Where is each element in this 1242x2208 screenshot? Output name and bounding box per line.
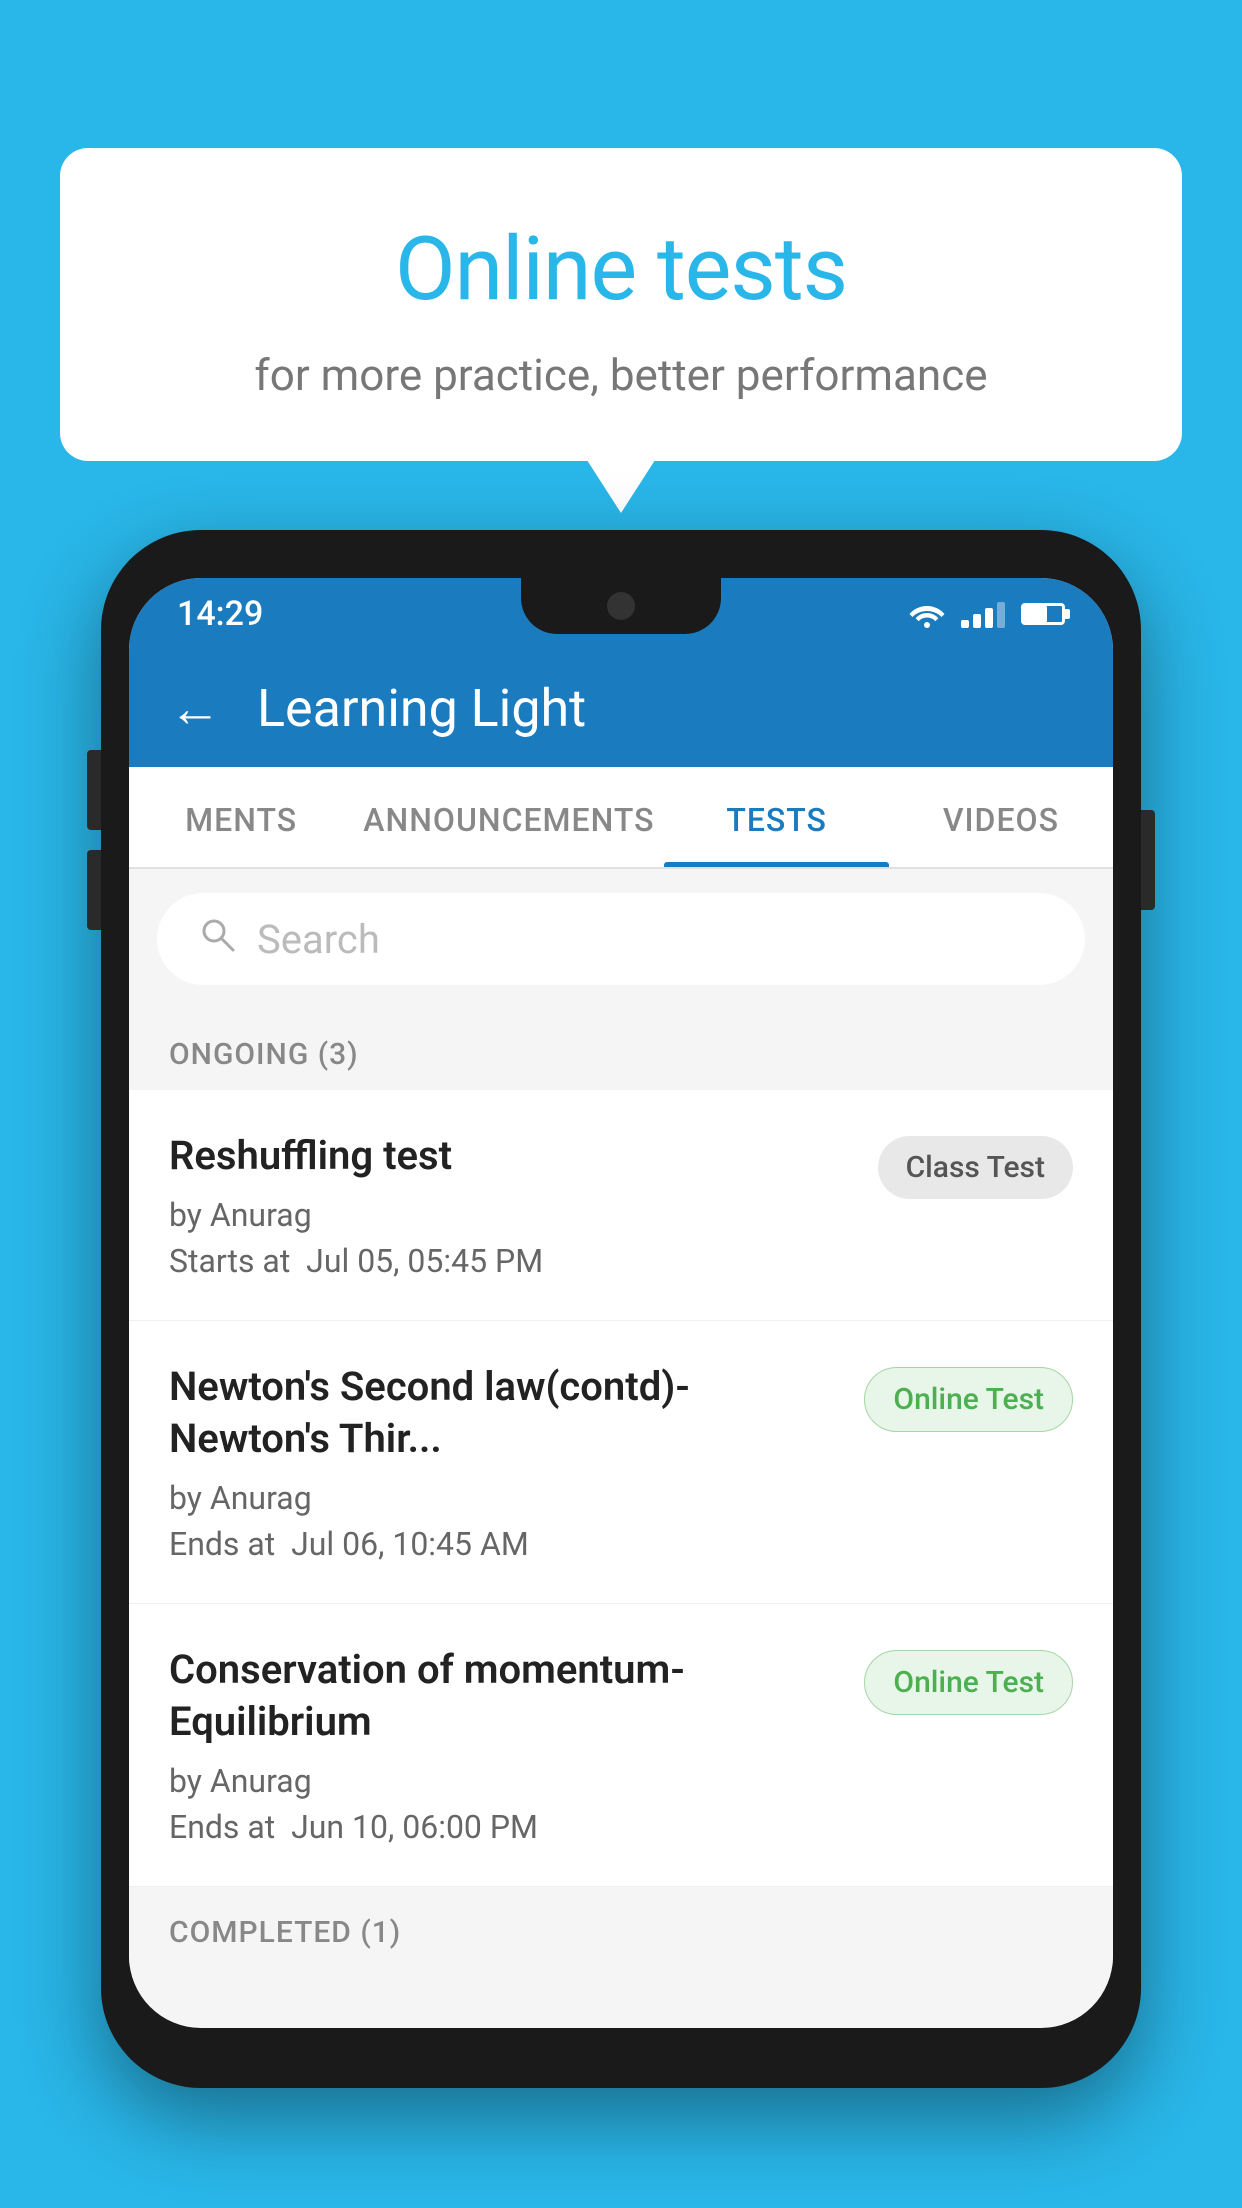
speech-bubble-container: Online tests for more practice, better p…: [60, 148, 1182, 461]
phone-camera: [607, 592, 635, 620]
test-info-2: Newton's Second law(contd)-Newton's Thir…: [169, 1361, 864, 1563]
test-date-2: Ends at Jul 06, 10:45 AM: [169, 1525, 844, 1563]
test-date-1: Starts at Jul 05, 05:45 PM: [169, 1242, 858, 1280]
test-name-2: Newton's Second law(contd)-Newton's Thir…: [169, 1361, 844, 1465]
test-info-1: Reshuffling test by Anurag Starts at Jul…: [169, 1130, 878, 1280]
test-author-2: by Anurag: [169, 1479, 844, 1517]
phone-notch: [521, 578, 721, 634]
tab-ments[interactable]: MENTS: [129, 767, 353, 867]
phone-container: 14:29: [101, 530, 1141, 2088]
test-badge-1: Class Test: [878, 1136, 1073, 1199]
tab-bar: MENTS ANNOUNCEMENTS TESTS VIDEOS: [129, 767, 1113, 869]
bubble-subtitle: for more practice, better performance: [120, 349, 1122, 401]
back-button[interactable]: ←: [169, 683, 221, 735]
signal-icon: [961, 600, 1005, 628]
test-name-3: Conservation of momentum-Equilibrium: [169, 1644, 844, 1748]
search-input[interactable]: Search: [257, 916, 380, 963]
search-icon: [197, 913, 237, 965]
test-name-1: Reshuffling test: [169, 1130, 858, 1182]
phone-screen: 14:29: [129, 578, 1113, 2028]
speech-bubble: Online tests for more practice, better p…: [60, 148, 1182, 461]
battery-icon: [1021, 603, 1065, 625]
test-info-3: Conservation of momentum-Equilibrium by …: [169, 1644, 864, 1846]
app-header: ← Learning Light: [129, 650, 1113, 767]
status-time: 14:29: [177, 594, 263, 634]
tab-announcements[interactable]: ANNOUNCEMENTS: [353, 767, 664, 867]
ongoing-section-header: ONGOING (3): [129, 1009, 1113, 1090]
ongoing-section-title: ONGOING (3): [169, 1037, 359, 1072]
tab-videos[interactable]: VIDEOS: [889, 767, 1113, 867]
tab-tests[interactable]: TESTS: [664, 767, 888, 867]
wifi-icon: [909, 600, 945, 628]
test-item-2[interactable]: Newton's Second law(contd)-Newton's Thir…: [129, 1321, 1113, 1604]
test-item-3[interactable]: Conservation of momentum-Equilibrium by …: [129, 1604, 1113, 1887]
app-title: Learning Light: [257, 678, 586, 739]
completed-section-title: COMPLETED (1): [169, 1915, 401, 1950]
test-author-1: by Anurag: [169, 1196, 858, 1234]
status-icons: [909, 600, 1065, 628]
test-badge-2: Online Test: [864, 1367, 1073, 1432]
test-badge-3: Online Test: [864, 1650, 1073, 1715]
test-author-3: by Anurag: [169, 1762, 844, 1800]
test-date-3: Ends at Jun 10, 06:00 PM: [169, 1808, 844, 1846]
search-container: Search: [129, 869, 1113, 1009]
tests-list: Reshuffling test by Anurag Starts at Jul…: [129, 1090, 1113, 1887]
phone-power-button: [1141, 810, 1155, 910]
test-item-1[interactable]: Reshuffling test by Anurag Starts at Jul…: [129, 1090, 1113, 1321]
bubble-title: Online tests: [120, 218, 1122, 321]
phone-vol-up: [87, 750, 101, 830]
completed-section-header: COMPLETED (1): [129, 1887, 1113, 1968]
search-bar[interactable]: Search: [157, 893, 1085, 985]
phone-frame: 14:29: [101, 530, 1141, 2088]
phone-vol-down: [87, 850, 101, 930]
